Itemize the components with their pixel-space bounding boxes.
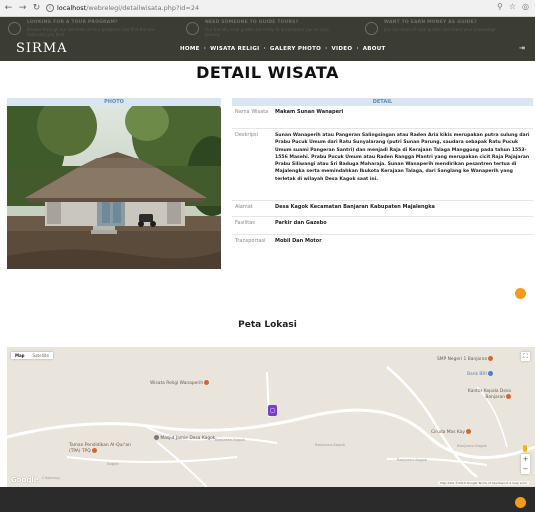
detail-value: Desa Kagok Kecamatan Banjaran Kabupaten … — [275, 204, 435, 210]
detail-label: Deskripsi — [235, 132, 259, 138]
road-label: Banjaran-Kagok — [397, 457, 428, 462]
reload-icon[interactable]: ↻ — [31, 2, 42, 15]
map-type-control: Map Satellite — [11, 352, 53, 359]
promo-text: Browse through our selection of tour pro… — [27, 27, 155, 37]
site-info-icon[interactable]: i — [46, 4, 54, 12]
back-icon[interactable]: ← — [3, 2, 14, 15]
nav-home[interactable]: HOME — [180, 46, 200, 52]
scroll-top-button[interactable] — [515, 288, 526, 299]
detail-label: Transportasi — [235, 238, 266, 244]
login-icon[interactable]: ⇥ — [519, 44, 527, 52]
location-map[interactable]: Map Satellite ⛶ Wisata Religi Wanaperih … — [7, 347, 535, 487]
nav-separator: · — [325, 46, 328, 52]
forward-icon[interactable]: → — [17, 2, 28, 15]
street-view-pegman-icon[interactable] — [523, 445, 527, 452]
zoom-icon[interactable]: ⚲ — [497, 2, 503, 11]
place-pin-icon — [466, 429, 471, 434]
bank-pin-icon — [487, 371, 493, 376]
place-pin-icon — [488, 356, 494, 361]
zoom-control: + − — [521, 454, 530, 474]
map-place[interactable]: Kantor Kepala Desa Banjaran — [465, 389, 511, 400]
detail-row-transportasi: Transportasi Mobil Dan Motor — [232, 235, 533, 251]
detail-value: Makam Sunan Wanaperi — [275, 109, 344, 115]
scroll-top-button-footer[interactable] — [515, 497, 526, 508]
url-host: localhost — [57, 4, 87, 12]
detail-value: Parkir dan Gazebo — [275, 220, 327, 226]
nav-wisata-religi[interactable]: WISATA RELIGI — [210, 46, 259, 52]
road-label: Banjaran-Kagok — [457, 443, 488, 448]
detail-header: DETAIL — [232, 98, 533, 106]
person-icon — [186, 22, 199, 35]
mosque-pin-icon — [154, 435, 159, 440]
map-icon — [8, 22, 21, 35]
detail-row-alamat: Alamat Desa Kagok Kecamatan Banjaran Kab… — [232, 201, 533, 217]
road-label: Kagok — [107, 461, 119, 466]
road-label: Banjaran-Kagok — [215, 437, 246, 442]
map-type-map[interactable]: Map — [11, 352, 29, 359]
map-title: Peta Lokasi — [238, 320, 297, 330]
promo-title: WANT TO EARN MONEY AS GUIDE? — [384, 20, 477, 25]
browser-toolbar: ← → ↻ i localhost /webrelegi/detailwisat… — [0, 0, 535, 17]
promo-2: NEED SOMEONE TO GUIDE TOURS? Our friendl… — [186, 20, 335, 42]
detail-row-deskripsi: Deskripsi Sunan Wanaperih atau Pangeran … — [232, 129, 533, 201]
map-place[interactable]: Masjid Jamie Desa Kagok — [153, 435, 215, 441]
promo-3: WANT TO EARN MONEY AS GUIDE? Join our te… — [365, 20, 514, 42]
nav-about[interactable]: ABOUT — [363, 46, 386, 52]
site-footer — [0, 487, 535, 512]
promo-1: LOOKING FOR A TOUR PROGRAM? Browse throu… — [8, 20, 157, 42]
zoom-out-button[interactable]: − — [521, 464, 530, 474]
google-logo: Google — [11, 476, 39, 484]
promo-title: LOOKING FOR A TOUR PROGRAM? — [27, 20, 118, 25]
map-attribution[interactable]: Map data ©2019 Google Terms of Use Repor… — [438, 481, 529, 485]
map-type-satellite[interactable]: Satellite — [29, 352, 53, 359]
money-icon — [365, 22, 378, 35]
nav-galery-photo[interactable]: GALERY PHOTO — [270, 46, 321, 52]
place-pin-icon — [204, 380, 210, 385]
detail-row-nama: Nama Wisata Makam Sunan Wanaperi — [232, 106, 533, 129]
nav-video[interactable]: VIDEO — [332, 46, 353, 52]
map-place[interactable]: Bank BRI — [467, 371, 493, 377]
nav-separator: · — [263, 46, 266, 52]
map-place[interactable]: Wisata Religi Wanaperih — [150, 380, 210, 386]
promo-title: NEED SOMEONE TO GUIDE TOURS? — [205, 20, 299, 25]
road-label: Banjaran-Kagok — [315, 442, 346, 447]
site-logo[interactable]: SIRMA — [16, 41, 68, 56]
photo-header: PHOTO — [7, 98, 221, 106]
detail-label: Nama Wisata — [235, 109, 269, 115]
place-pin-icon — [506, 394, 511, 399]
site-header: LOOKING FOR A TOUR PROGRAM? Browse throu… — [0, 17, 535, 61]
road-label: Cikoneng — [42, 475, 60, 480]
map-place[interactable]: SMP Negeri 1 Banjaran — [437, 356, 494, 362]
promo-text: Our friendly local guides are ready to a… — [205, 27, 330, 37]
promo-text: Join our team of local guides and share … — [384, 27, 497, 32]
detail-row-fasilitas: Fasilitas Parkir dan Gazebo — [232, 217, 533, 235]
page: ← → ↻ i localhost /webrelegi/detailwisat… — [0, 0, 535, 512]
bookmark-star-icon[interactable]: ☆ — [509, 2, 516, 11]
detail-value: Mobil Dan Motor — [275, 238, 322, 244]
extension-icon[interactable]: ◎ — [522, 2, 529, 11]
location-marker-icon[interactable]: ◻ — [268, 405, 277, 416]
nav-separator: · — [203, 46, 207, 52]
main-nav: HOME · WISATA RELIGI · GALERY PHOTO · VI… — [180, 46, 386, 52]
address-bar[interactable]: i localhost /webrelegi/detailwisata.php?… — [46, 2, 476, 14]
place-pin-icon — [91, 448, 97, 453]
map-place[interactable]: Taman Pendidikan Al-Qur'an (TPA) TPQ — [69, 443, 131, 454]
url-path: /webrelegi/detailwisata.php?id=24 — [86, 4, 200, 12]
map-place[interactable]: Ciruda Mas Kay — [431, 429, 471, 435]
fullscreen-icon[interactable]: ⛶ — [521, 352, 530, 361]
nav-separator: · — [356, 46, 359, 52]
detail-label: Alamat — [235, 204, 253, 210]
detail-value: Sunan Wanaperih atau Pangeran Salingsing… — [275, 133, 530, 182]
detail-label: Fasilitas — [235, 220, 255, 226]
page-title: DETAIL WISATA — [196, 63, 339, 82]
wisata-photo — [7, 106, 221, 269]
zoom-in-button[interactable]: + — [521, 454, 530, 464]
